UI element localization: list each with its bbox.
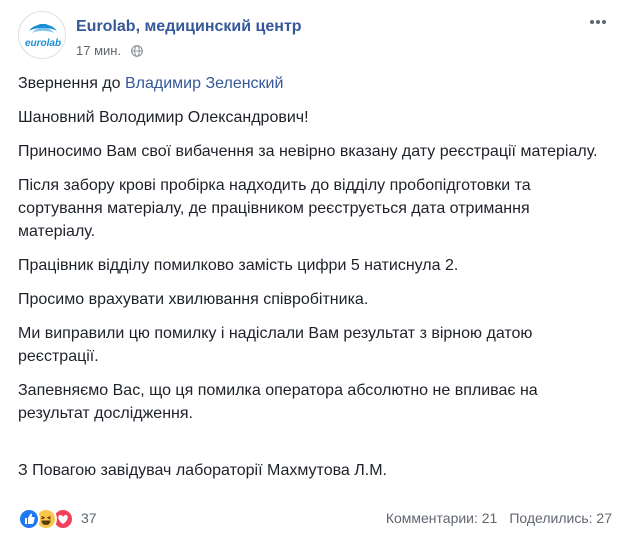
paragraph-correction: Ми виправили цю помилку і надіслали Вам …: [18, 325, 533, 365]
shares-link[interactable]: Поделились: 27: [509, 510, 612, 526]
eurolab-logo-icon: eurolab: [25, 24, 61, 49]
post-footer: 37 Комментарии: 21 Поделились: 27: [18, 507, 612, 531]
addressee-prefix: Звернення до: [18, 75, 125, 92]
like-icon: [18, 508, 40, 530]
signature: З Повагою завідувач лабораторії Махмутов…: [18, 462, 387, 479]
post-body: Звернення до Владимир Зеленский Шановний…: [18, 72, 608, 493]
more-icon[interactable]: [588, 15, 608, 29]
globe-icon[interactable]: [130, 45, 143, 60]
paragraph-apology: Приносимо Вам свої вибачення за невірно …: [18, 143, 598, 160]
post-meta: 17 мин.: [76, 43, 143, 60]
comments-link[interactable]: Комментарии: 21: [386, 510, 498, 526]
page-name-link[interactable]: Eurolab, медицинский центр: [76, 18, 302, 36]
svg-text:eurolab: eurolab: [25, 38, 61, 49]
addressee-line: Звернення до Владимир Зеленский: [18, 72, 608, 95]
post-header: eurolab Eurolab, медицинский центр 17 ми…: [18, 11, 608, 61]
paragraph-assurance: Запевняємо Вас, що ця помилка оператора …: [18, 382, 538, 422]
paragraph-error: Працівник відділу помилково замість цифр…: [18, 257, 459, 274]
post-timestamp[interactable]: 17 мин.: [76, 43, 121, 58]
page-avatar[interactable]: eurolab: [18, 11, 66, 59]
paragraph-request: Просимо врахувати хвилювання співробітни…: [18, 291, 369, 308]
paragraph-process: Після забору крові пробірка надходить до…: [18, 177, 531, 240]
reaction-count: 37: [81, 510, 97, 526]
facebook-post: eurolab Eurolab, медицинский центр 17 ми…: [0, 0, 625, 545]
mention-link[interactable]: Владимир Зеленский: [125, 75, 283, 92]
paragraph-greeting: Шановний Володимир Олександрович!: [18, 109, 309, 126]
engagement-counts: Комментарии: 21 Поделились: 27: [386, 510, 612, 526]
